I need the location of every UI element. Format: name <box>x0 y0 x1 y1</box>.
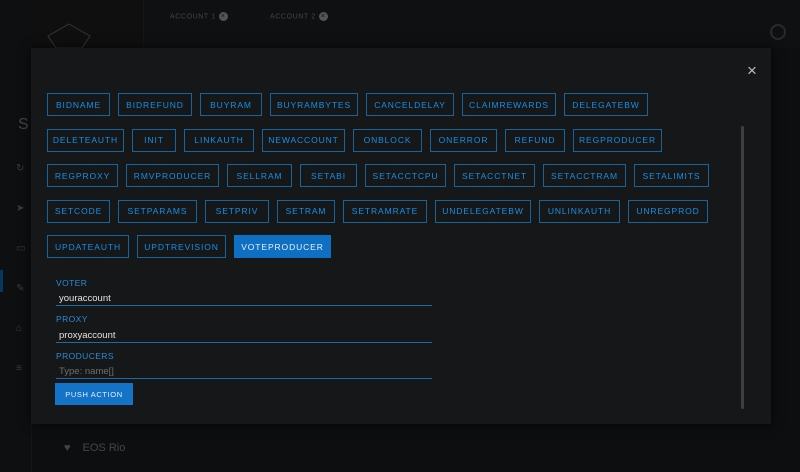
action-button-setpriv[interactable]: SETPRIV <box>205 199 269 223</box>
voter-label: VOTER <box>56 278 88 288</box>
action-row: SETCODE SETPARAMS SETPRIV SETRAM SETRAMR… <box>47 199 708 223</box>
producers-label: PRODUCERS <box>56 351 114 361</box>
action-row: UPDATEAUTH UPDTREVISION VOTEPRODUCER <box>47 235 707 258</box>
action-button-setabi[interactable]: SETABI <box>300 164 357 187</box>
action-button-unlinkauth[interactable]: UNLINKAUTH <box>539 199 620 223</box>
action-button-claimrewards[interactable]: CLAIMREWARDS <box>462 93 556 116</box>
action-button-undelegatebw[interactable]: UNDELEGATEBW <box>435 199 531 223</box>
action-row: BIDNAME BIDREFUND BUYRAM BUYRAMBYTES CAN… <box>47 93 707 116</box>
action-button-setcode[interactable]: SETCODE <box>47 199 110 223</box>
producers-input[interactable] <box>56 364 432 379</box>
action-button-unregprod[interactable]: UNREGPROD <box>628 199 708 223</box>
action-button-bidname[interactable]: BIDNAME <box>47 93 110 116</box>
action-row: REGPROXY RMVPRODUCER SELLRAM SETABI SETA… <box>47 164 709 187</box>
action-row: DELETEAUTH INIT LINKAUTH NEWACCOUNT ONBL… <box>47 128 707 152</box>
voter-input[interactable] <box>56 291 432 306</box>
action-button-setalimits[interactable]: SETALIMITS <box>634 164 709 187</box>
action-button-sellram[interactable]: SELLRAM <box>227 164 292 187</box>
action-button-setacctram[interactable]: SETACCTRAM <box>543 164 626 187</box>
action-button-setramrate[interactable]: SETRAMRATE <box>343 199 427 223</box>
action-button-linkauth[interactable]: LINKAUTH <box>184 128 254 152</box>
action-button-buyram[interactable]: BUYRAM <box>200 93 262 116</box>
action-button-newaccount[interactable]: NEWACCOUNT <box>262 128 345 152</box>
modal-scrollbar[interactable] <box>741 126 744 409</box>
action-button-voteproducer[interactable]: VOTEPRODUCER <box>234 235 331 258</box>
action-button-delegatebw[interactable]: DELEGATEBW <box>564 93 648 116</box>
action-button-regproxy[interactable]: REGPROXY <box>47 164 118 187</box>
action-button-setparams[interactable]: SETPARAMS <box>118 199 197 223</box>
close-icon[interactable]: × <box>745 62 759 79</box>
action-button-deleteauth[interactable]: DELETEAUTH <box>47 128 124 152</box>
action-button-setram[interactable]: SETRAM <box>277 199 335 223</box>
action-button-updateauth[interactable]: UPDATEAUTH <box>47 235 129 258</box>
proxy-label: PROXY <box>56 314 88 324</box>
action-button-onerror[interactable]: ONERROR <box>430 128 497 152</box>
action-button-onblock[interactable]: ONBLOCK <box>353 128 422 152</box>
action-button-regproducer[interactable]: REGPRODUCER <box>573 128 662 152</box>
action-button-init[interactable]: INIT <box>132 128 176 152</box>
proxy-input[interactable] <box>56 328 432 343</box>
action-button-rmvproducer[interactable]: RMVPRODUCER <box>126 164 219 187</box>
action-button-updtrevision[interactable]: UPDTREVISION <box>137 235 226 258</box>
action-button-buyrambytes[interactable]: BUYRAMBYTES <box>270 93 358 116</box>
action-button-bidrefund[interactable]: BIDREFUND <box>118 93 192 116</box>
action-button-setacctnet[interactable]: SETACCTNET <box>454 164 535 187</box>
action-button-grid: BIDNAME BIDREFUND BUYRAM BUYRAMBYTES CAN… <box>47 93 709 271</box>
action-button-setacctcpu[interactable]: SETACCTCPU <box>365 164 446 187</box>
action-button-canceldelay[interactable]: CANCELDELAY <box>366 93 454 116</box>
push-action-modal: × BIDNAME BIDREFUND BUYRAM BUYRAMBYTES C… <box>31 48 771 424</box>
push-action-button[interactable]: PUSH ACTION <box>55 383 133 405</box>
action-button-refund[interactable]: REFUND <box>505 128 565 152</box>
